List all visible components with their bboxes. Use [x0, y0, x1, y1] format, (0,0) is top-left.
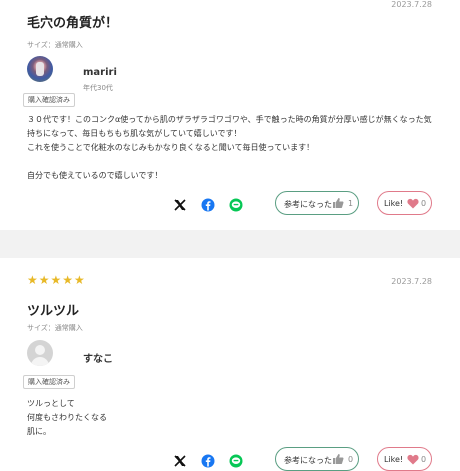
review-body-line [27, 155, 437, 169]
review-body-line: 自分でも使えているので嬉しいです！ [27, 171, 163, 180]
like-button[interactable]: Like! 0 [377, 191, 432, 215]
review-body-line: これを使うことで化粧水のなじみもかなり良くなると聞いて毎日使っています！ [27, 143, 315, 152]
reviewer-name: mariri [83, 67, 117, 78]
reviewer-name: すなこ [83, 354, 113, 365]
review-card: 2023.7.28 毛穴の角質が！ サイズ：通常購入 mariri 年代30代 … [0, 0, 460, 230]
avatar[interactable] [27, 340, 53, 366]
thumbs-up-icon [333, 454, 344, 464]
review-date: 2023.7.28 [391, 0, 432, 9]
review-body-line: ツルっとして [27, 399, 75, 408]
helpful-label: 参考になった [284, 456, 332, 465]
review-separator [0, 230, 460, 258]
avatar-placeholder-head [35, 345, 45, 355]
review-body: ３０代です！このコンクα使ってから肌のザラザラゴワゴワや、手で触った時の角質が分… [27, 113, 437, 183]
verified-badge: 購入確認済み [23, 375, 75, 389]
avatar[interactable] [27, 56, 53, 82]
helpful-button[interactable]: 参考になった 1 [275, 191, 359, 215]
review-size: サイズ：通常購入 [27, 324, 83, 332]
helpful-button[interactable]: 参考になった 0 [275, 447, 359, 471]
avatar-placeholder-body [31, 357, 49, 366]
review-date: 2023.7.28 [391, 277, 432, 286]
like-label: Like! [384, 199, 404, 208]
line-icon[interactable] [229, 454, 243, 468]
like-count: 0 [421, 199, 427, 208]
verified-badge: 購入確認済み [23, 93, 75, 107]
review-body: ツルっとして 何度もさわりたくなる 肌に。 [27, 397, 437, 439]
review-body-line: 何度もさわりたくなる [27, 413, 107, 422]
heart-icon [407, 198, 419, 209]
reviewer-age: 年代30代 [83, 84, 113, 92]
review-body-line: 持ちになって、毎日もちもち肌な気がしていて嬉しいです！ [27, 129, 242, 138]
facebook-icon[interactable] [201, 454, 215, 468]
helpful-count: 1 [348, 199, 354, 208]
review-body-line: 肌に。 [27, 427, 51, 436]
helpful-label: 参考になった [284, 200, 332, 209]
thumbs-up-icon [333, 198, 344, 208]
star-rating: ★★★★★ [27, 273, 86, 287]
review-title: 毛穴の角質が！ [27, 16, 119, 31]
facebook-icon[interactable] [201, 198, 215, 212]
x-icon[interactable] [173, 454, 187, 468]
review-title: ツルツル [27, 304, 80, 319]
review-size: サイズ：通常購入 [27, 41, 83, 49]
like-button[interactable]: Like! 0 [377, 447, 432, 471]
review-body-line: ３０代です！このコンクα使ってから肌のザラザラゴワゴワや、手で触った時の角質が分… [27, 115, 432, 124]
review-card: ★★★★★ 2023.7.28 ツルツル サイズ：通常購入 すなこ 購入確認済み… [0, 258, 460, 471]
x-icon[interactable] [173, 198, 187, 212]
line-icon[interactable] [229, 198, 243, 212]
